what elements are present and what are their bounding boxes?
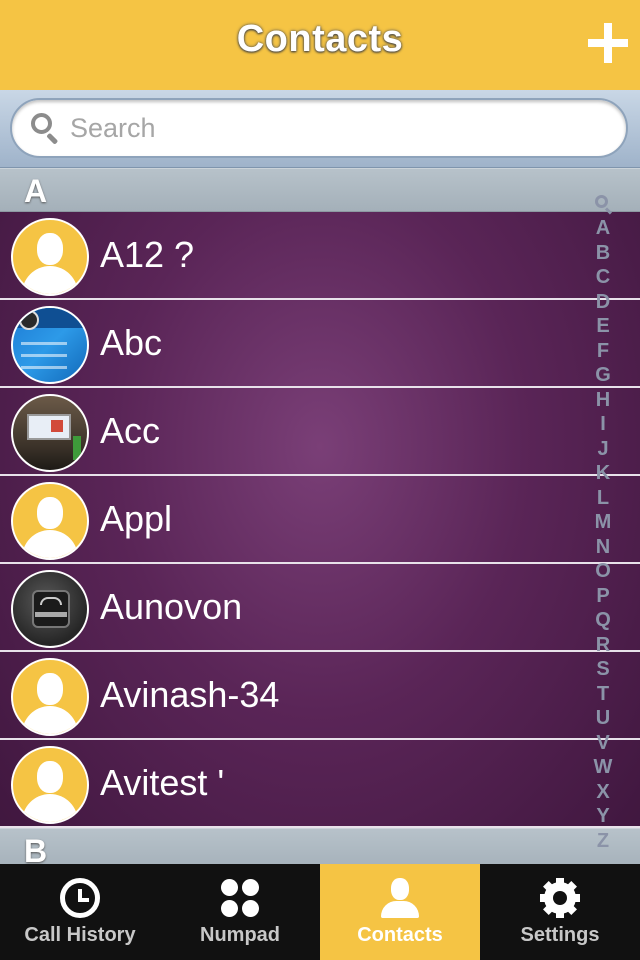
index-letter-v[interactable]: V <box>590 731 616 756</box>
tab-label: Call History <box>24 924 136 946</box>
index-letter-q[interactable]: Q <box>590 608 616 633</box>
tab-contacts[interactable]: Contacts <box>320 864 480 960</box>
contact-name: Avinash-34 <box>100 674 280 715</box>
index-letter-c[interactable]: C <box>590 265 616 290</box>
contact-name: Aunovon <box>100 586 243 627</box>
index-letter-x[interactable]: X <box>590 780 616 805</box>
index-letter-z[interactable]: Z <box>590 829 616 854</box>
contact-photo <box>11 306 89 384</box>
contact-photo <box>11 394 89 472</box>
search-field[interactable] <box>10 98 628 158</box>
page-title: Contacts <box>236 18 404 60</box>
contact-row[interactable]: Acc <box>0 388 640 476</box>
gear-icon <box>540 878 580 918</box>
index-letter-t[interactable]: T <box>590 682 616 707</box>
index-letter-k[interactable]: K <box>590 461 616 486</box>
index-letter-n[interactable]: N <box>590 535 616 560</box>
contact-row[interactable]: A12 ? <box>0 212 640 300</box>
search-input[interactable] <box>70 108 590 148</box>
index-letter-w[interactable]: W <box>590 755 616 780</box>
default-avatar-icon <box>11 746 89 824</box>
alphabet-index[interactable]: ABCDEFGHIJKLMNOPQRSTUVWXYZ <box>590 192 616 858</box>
contact-name: A12 ? <box>100 234 195 275</box>
tab-settings[interactable]: Settings <box>480 864 640 960</box>
add-contact-button[interactable] <box>586 20 632 66</box>
index-letter-j[interactable]: J <box>590 437 616 462</box>
index-letter-s[interactable]: S <box>590 657 616 682</box>
tab-label: Contacts <box>357 924 443 946</box>
tab-bar: Call History Numpad Contacts Settings <box>0 864 640 960</box>
index-letter-d[interactable]: D <box>590 290 616 315</box>
index-letter-a[interactable]: A <box>590 216 616 241</box>
section-header-b: B <box>0 828 640 864</box>
section-letter: A <box>24 173 48 209</box>
search-bar <box>0 90 640 168</box>
index-letter-o[interactable]: O <box>590 559 616 584</box>
clock-icon <box>60 878 100 918</box>
contact-list[interactable]: A A12 ? Abc Acc Appl Aunovon Avinash-34 … <box>0 168 640 864</box>
person-icon <box>380 878 420 918</box>
default-avatar-icon <box>11 482 89 560</box>
contact-row[interactable]: Appl <box>0 476 640 564</box>
tab-numpad[interactable]: Numpad <box>160 864 320 960</box>
contact-photo <box>11 570 89 648</box>
contact-name: Avitest ' <box>100 762 225 803</box>
navigation-bar: Contacts <box>0 0 640 90</box>
index-letter-f[interactable]: F <box>590 339 616 364</box>
contact-row[interactable]: Avinash-34 <box>0 652 640 740</box>
index-letter-r[interactable]: R <box>590 633 616 658</box>
index-letter-m[interactable]: M <box>590 510 616 535</box>
tab-label: Numpad <box>200 924 280 946</box>
index-search-icon[interactable] <box>590 192 616 216</box>
contact-name: Abc <box>100 322 163 363</box>
index-letter-h[interactable]: H <box>590 388 616 413</box>
index-letter-l[interactable]: L <box>590 486 616 511</box>
index-letter-u[interactable]: U <box>590 706 616 731</box>
numpad-icon <box>220 878 260 918</box>
index-letter-i[interactable]: I <box>590 412 616 437</box>
contact-row[interactable]: Abc <box>0 300 640 388</box>
index-letter-g[interactable]: G <box>590 363 616 388</box>
index-letter-e[interactable]: E <box>590 314 616 339</box>
section-letter: B <box>24 833 48 864</box>
section-header-a: A <box>0 168 640 212</box>
contact-name: Acc <box>100 410 161 451</box>
contact-row[interactable]: Avitest ' <box>0 740 640 828</box>
contact-name: Appl <box>100 498 173 539</box>
tab-label: Settings <box>520 924 600 946</box>
tab-call-history[interactable]: Call History <box>0 864 160 960</box>
contact-row[interactable]: Aunovon <box>0 564 640 652</box>
index-letter-b[interactable]: B <box>590 241 616 266</box>
search-icon <box>30 112 60 145</box>
index-letter-p[interactable]: P <box>590 584 616 609</box>
default-avatar-icon <box>11 218 89 296</box>
default-avatar-icon <box>11 658 89 736</box>
index-letter-y[interactable]: Y <box>590 804 616 829</box>
